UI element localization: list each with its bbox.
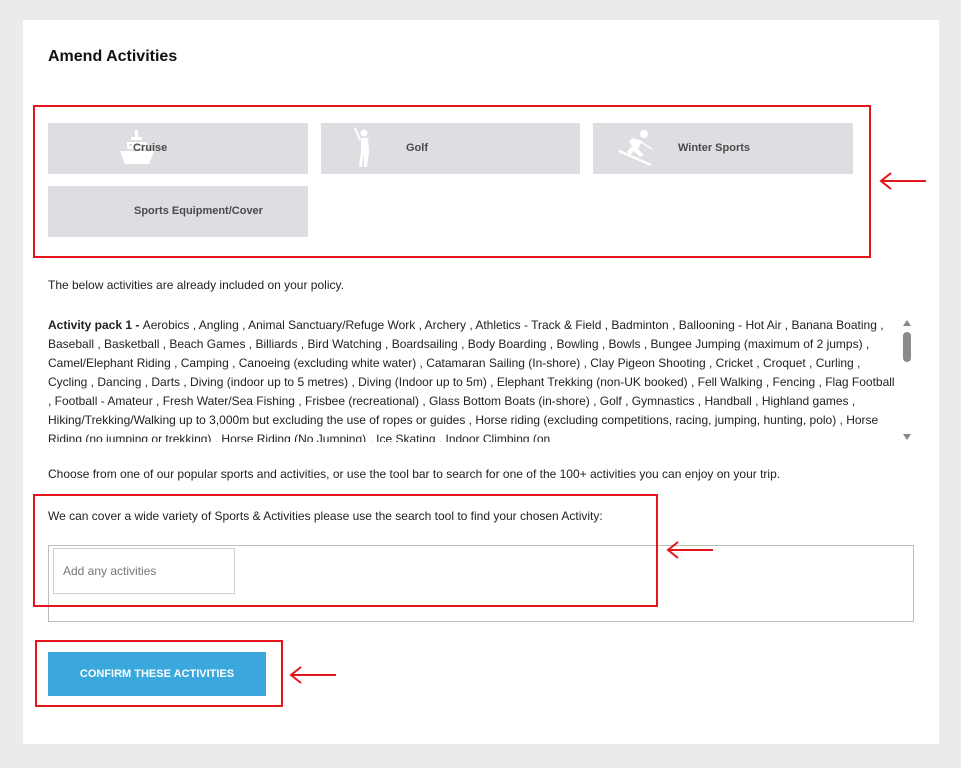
arrow-left-icon [288,666,338,689]
arrow-left-icon [878,172,928,195]
scroll-up-icon[interactable] [903,320,911,326]
confirm-highlight-box [35,640,283,707]
activity-pack-label: Activity pack 1 - [48,318,143,332]
choose-text: Choose from one of our popular sports an… [48,467,781,481]
scrollbar-thumb[interactable] [903,332,911,362]
activity-pack-text: Aerobics , Angling , Animal Sanctuary/Re… [48,318,895,442]
included-intro: The below activities are already include… [48,278,344,292]
scrollbar[interactable] [902,318,912,442]
included-activities-list[interactable]: Activity pack 1 - Aerobics , Angling , A… [48,316,900,442]
tiles-highlight-box [33,105,871,258]
page-title: Amend Activities [48,48,178,65]
search-highlight-box [33,494,658,607]
scroll-down-icon[interactable] [903,434,911,440]
arrow-left-icon [665,541,715,564]
